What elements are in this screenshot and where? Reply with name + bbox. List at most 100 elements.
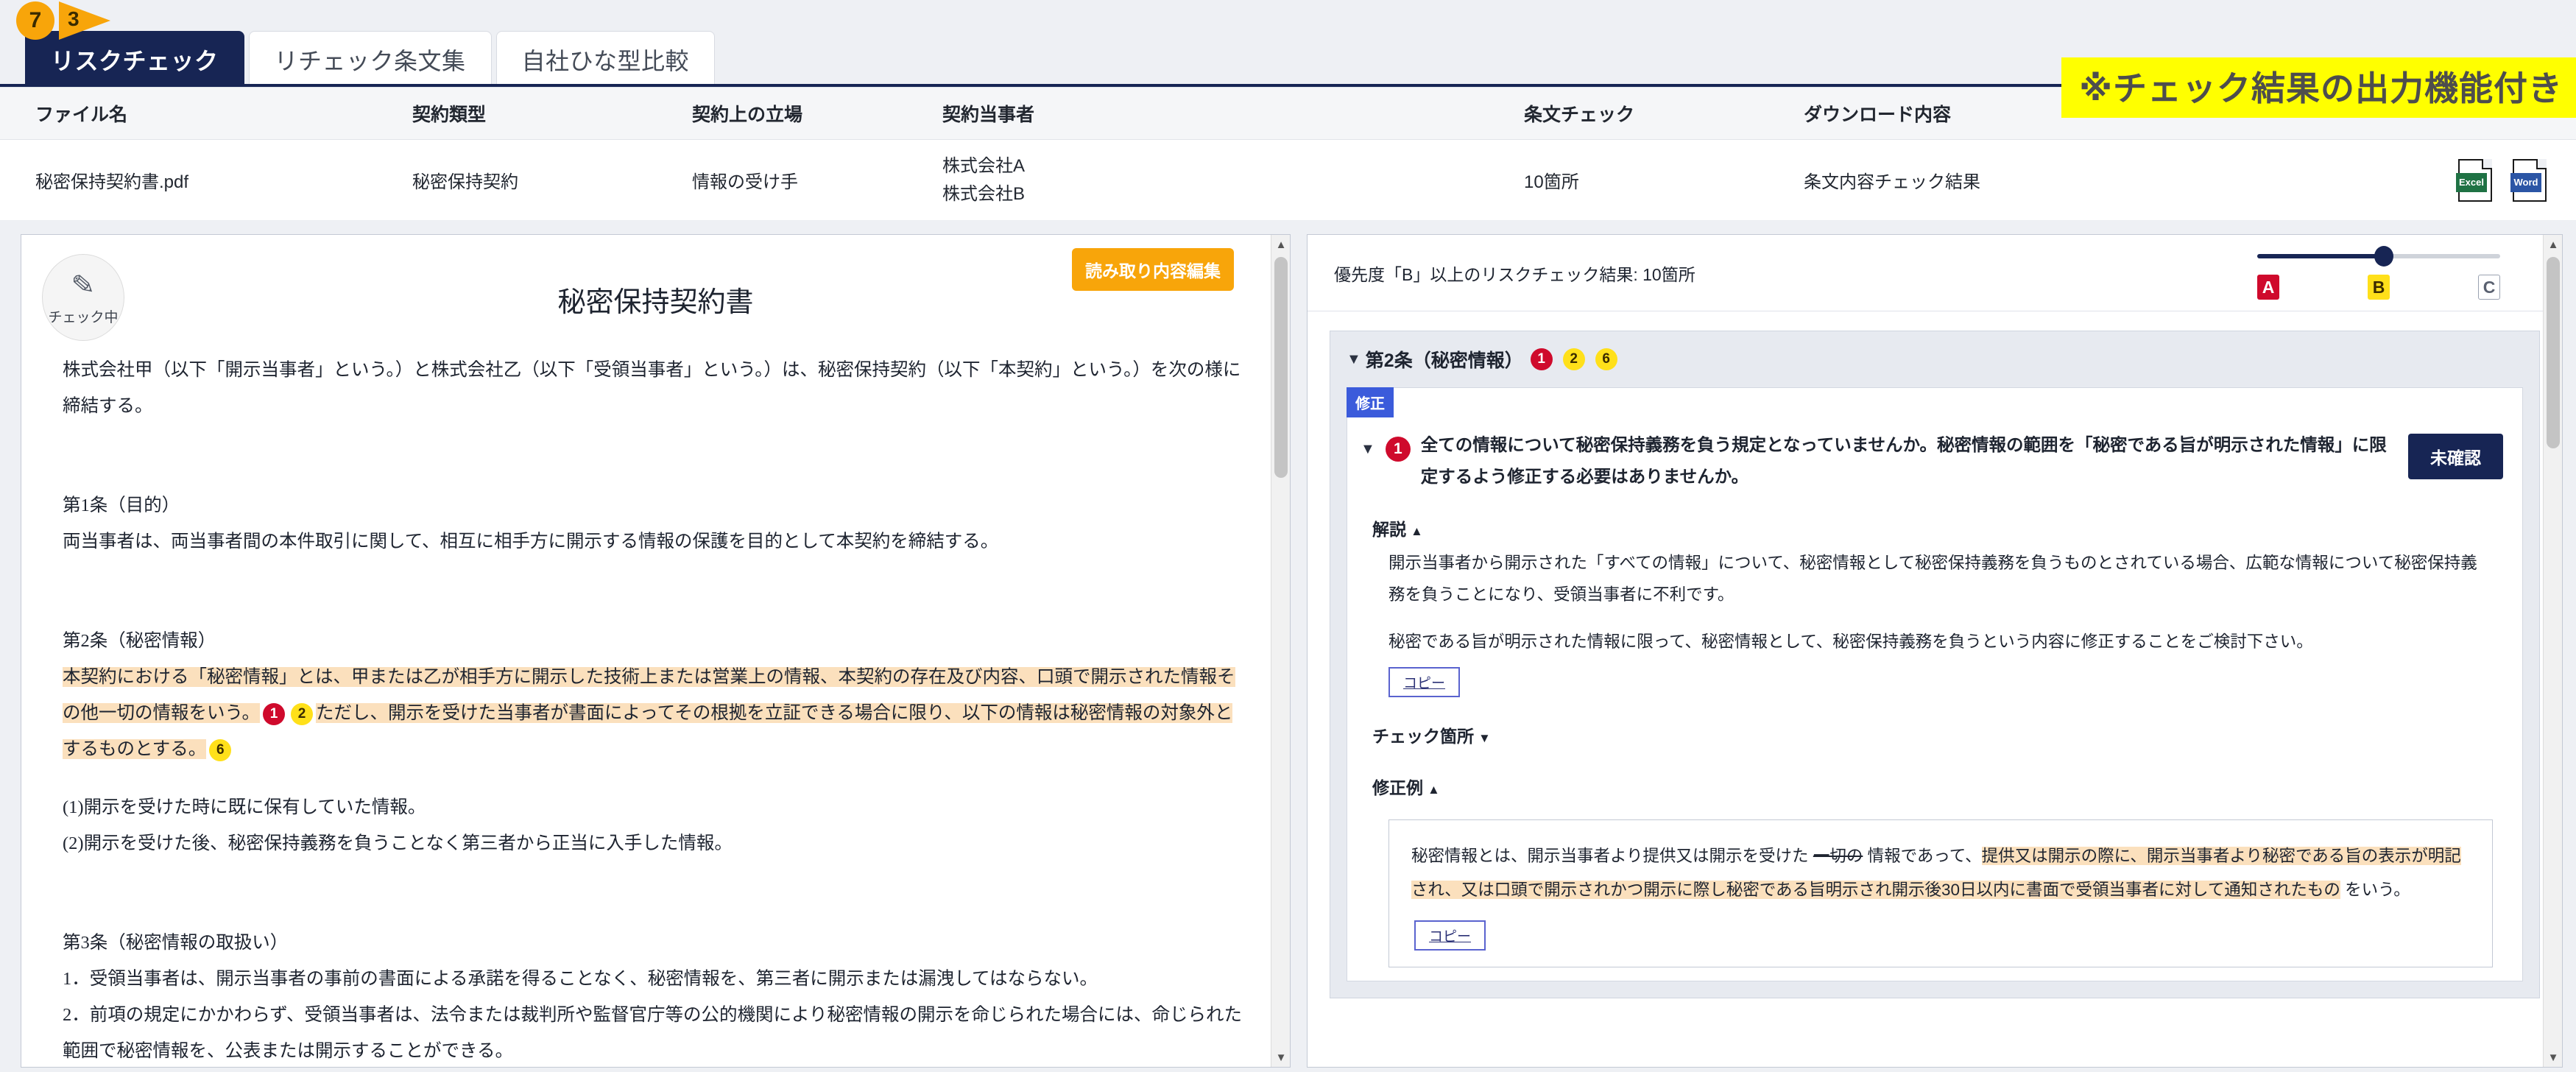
status-badge: ✎ チェック中 (42, 254, 124, 341)
article3-clause-2: 2．前項の規定にかかわらず、受領当事者は、法令または裁判所や監督官庁等の公的機関… (63, 1005, 1243, 1061)
document-content: ✎ チェック中 読み取り内容編集 秘密保持契約書 株式会社甲（以下「開示当事者」… (21, 235, 1290, 1067)
status-button-unconfirmed[interactable]: 未確認 (2408, 434, 2503, 479)
example-text-before: 秘密情報とは、開示当事者より提供又は開示を受けた (1411, 847, 1813, 866)
pencil-icon: ✎ (70, 269, 96, 303)
slider-track[interactable] (2257, 246, 2500, 267)
results-summary-label: 優先度「B」以上のリスクチェック結果: 10箇所 (1334, 264, 1695, 284)
chevron-down-icon: ▼ (1478, 731, 1491, 746)
fix-type-tag: 修正 (1347, 387, 1394, 417)
arrow-triangle-icon (59, 1, 110, 40)
risk-item-header: ▼ 1 全ての情報について秘密保持義務を負う規定となっていませんか。秘密情報の範… (1347, 417, 2522, 504)
scroll-down-icon[interactable]: ▼ (1271, 1048, 1290, 1067)
main-split: ✎ チェック中 読み取り内容編集 秘密保持契約書 株式会社甲（以下「開示当事者」… (0, 221, 2576, 1068)
column-header-file-name: ファイル名 (35, 105, 128, 125)
tab-risk-check[interactable]: リスクチェック (25, 31, 244, 87)
article2-heading: 第2条（秘密情報） (63, 631, 216, 651)
article3-clause-1: 1．受領当事者は、開示当事者の事前の書面による承諾を得ることなく、秘密情報を、第… (63, 969, 1098, 989)
risk-item-badge[interactable]: 1 (1385, 437, 1411, 462)
clause-badge-6[interactable]: 6 (1595, 348, 1617, 370)
slider-fill (2257, 254, 2384, 258)
party-b: 株式会社B (942, 183, 1026, 204)
scroll-up-icon[interactable]: ▲ (2544, 235, 2562, 254)
annotation-step-arrow: 3 (59, 1, 110, 40)
cell-clause-check: 10箇所 (1524, 172, 1579, 192)
annotation-step-circle: 7 (16, 1, 54, 40)
cell-download-actions: Excel Word (2216, 158, 2576, 202)
example-text-mid: 情報であって、 (1863, 847, 1982, 866)
article1-body: 両当事者は、両当事者間の本件取引に関して、相互に相手方に開示する情報の保護を目的… (63, 532, 999, 551)
explanation-paragraph-2: 秘密である旨が明示された情報に限って、秘密情報として、秘密保持義務を負うという内… (1388, 632, 2313, 652)
results-scrollbar[interactable]: ▲ ▼ (2543, 235, 2562, 1067)
clause-badge-1[interactable]: 1 (1530, 348, 1553, 370)
cell-contract-type: 秘密保持契約 (412, 172, 518, 192)
correction-example-box: 秘密情報とは、開示当事者より提供又は開示を受けた 一切の 情報であって、提供又は… (1388, 819, 2493, 968)
clause-title-row[interactable]: ▼ 第2条（秘密情報） 1 2 6 (1347, 346, 2523, 373)
scroll-down-icon[interactable]: ▼ (2544, 1048, 2562, 1067)
risk-results-panel: 優先度「B」以上のリスクチェック結果: 10箇所 A B C ▼ 第2条（秘密情… (1307, 234, 2563, 1068)
check-location-section-toggle[interactable]: チェック箇所 ▼ (1347, 697, 2522, 755)
tab-reclause-collection[interactable]: リチェック条文集 (248, 31, 492, 87)
scrollbar-thumb[interactable] (2547, 257, 2560, 448)
output-feature-banner: ※チェック結果の出力機能付き (2061, 57, 2576, 118)
excel-chip-label: Excel (2456, 172, 2487, 192)
column-header-position: 契約上の立場 (692, 105, 803, 125)
party-a: 株式会社A (942, 156, 1026, 177)
document-preamble: 株式会社甲（以下「開示当事者」という。）と株式会社乙（以下「受領当事者」という。… (63, 360, 1241, 416)
inline-badge-6[interactable]: 6 (209, 739, 232, 762)
grade-b-badge[interactable]: B (2368, 275, 2390, 300)
document-scrollbar[interactable]: ▲ ▼ (1271, 235, 1290, 1067)
cell-parties: 株式会社A 株式会社B (942, 152, 1524, 207)
correction-example-section-toggle[interactable]: 修正例 ▲ (1347, 755, 2522, 806)
priority-slider[interactable]: A B C (2257, 246, 2500, 300)
example-text-after: をいう。 (2340, 881, 2410, 900)
correction-example-text: 秘密情報とは、開示当事者より提供又は開示を受けた 一切の 情報であって、提供又は… (1411, 839, 2470, 907)
document-body: 株式会社甲（以下「開示当事者」という。）と株式会社乙（以下「受領当事者」という。… (63, 352, 1249, 1067)
tab-template-comparison[interactable]: 自社ひな型比較 (495, 31, 716, 87)
risk-item-card: 修正 ▼ 1 全ての情報について秘密保持義務を負う規定となっていませんか。秘密情… (1347, 387, 2523, 982)
slider-thumb[interactable] (2374, 246, 2393, 267)
cell-file-name: 秘密保持契約書.pdf (35, 172, 189, 192)
explanation-section-toggle[interactable]: 解説 ▲ (1347, 504, 2522, 548)
grade-a-badge[interactable]: A (2257, 275, 2279, 300)
article2-item-2: (2)開示を受けた後、秘密保持義務を負うことなく第三者から正当に入手した情報。 (63, 833, 733, 853)
scrollbar-thumb[interactable] (1274, 257, 1288, 478)
check-location-section-label: チェック箇所 (1372, 727, 1474, 747)
explanation-paragraph-1: 開示当事者から開示された「すべての情報」について、秘密情報として秘密保持義務を負… (1388, 553, 2477, 604)
column-header-clause-check: 条文チェック (1524, 105, 1635, 125)
table-row[interactable]: 秘密保持契約書.pdf 秘密保持契約 情報の受け手 株式会社A 株式会社B 10… (0, 140, 2576, 221)
example-text-struck: 一切の (1813, 847, 1863, 866)
word-download-icon[interactable]: Word (2510, 158, 2547, 202)
column-header-contract-type: 契約類型 (412, 105, 487, 125)
excel-download-icon[interactable]: Excel (2456, 158, 2492, 202)
cell-download-content: 条文内容チェック結果 (1804, 172, 1980, 192)
annotation-step-arrow-label: 3 (68, 7, 80, 30)
edit-extracted-content-button[interactable]: 読み取り内容編集 (1072, 248, 1234, 291)
explanation-section-label: 解説 (1372, 519, 1406, 539)
article3-heading: 第3条（秘密情報の取扱い） (63, 933, 289, 953)
clause-badge-2[interactable]: 2 (1562, 348, 1585, 370)
chevron-down-icon[interactable]: ▼ (1361, 441, 1375, 458)
scroll-up-icon[interactable]: ▲ (1271, 235, 1290, 254)
document-viewer-panel: ✎ チェック中 読み取り内容編集 秘密保持契約書 株式会社甲（以下「開示当事者」… (21, 234, 1291, 1068)
results-body: ▼ 第2条（秘密情報） 1 2 6 修正 ▼ 1 全ての情報について秘密保持義務… (1308, 311, 2562, 999)
tab-reclause-collection-label: リチェック条文集 (274, 47, 466, 74)
article2-highlighted-paragraph[interactable]: 本契約における「秘密情報」とは、甲または乙が相手方に開示した技術上または営業上の… (63, 659, 1249, 767)
risk-item-text: 全ての情報について秘密保持義務を負う規定となっていませんか。秘密情報の範囲を「秘… (1420, 435, 2387, 487)
page-fold-icon (2536, 158, 2547, 169)
document-title: 秘密保持契約書 (557, 287, 754, 318)
clause-result-card: ▼ 第2条（秘密情報） 1 2 6 修正 ▼ 1 全ての情報について秘密保持義務… (1330, 331, 2540, 999)
status-badge-label: チェック中 (48, 310, 119, 325)
chevron-up-icon: ▲ (1428, 783, 1440, 797)
copy-correction-example-button[interactable]: コピー (1414, 920, 1486, 951)
chevron-down-icon[interactable]: ▼ (1347, 351, 1361, 368)
tab-template-comparison-label: 自社ひな型比較 (521, 47, 690, 74)
copy-explanation-button[interactable]: コピー (1388, 667, 1461, 698)
slider-labels: A B C (2257, 275, 2500, 300)
inline-badge-2[interactable]: 2 (291, 703, 314, 726)
tab-risk-check-label: リスクチェック (51, 47, 219, 74)
inline-badge-1[interactable]: 1 (263, 703, 286, 726)
grade-c-badge[interactable]: C (2478, 275, 2500, 300)
